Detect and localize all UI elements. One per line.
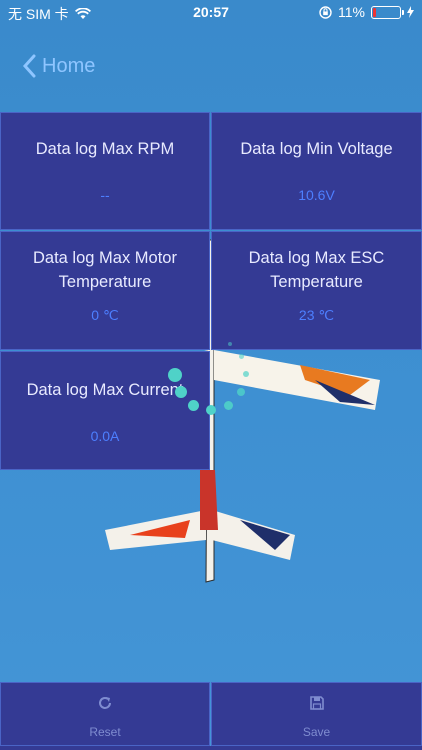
save-label: Save (302, 725, 331, 739)
floppy-disk-icon (309, 696, 324, 710)
battery-icon (371, 5, 404, 19)
max-motor-temp-label: Data log Max Motor Temperature (33, 249, 177, 291)
battery-level (373, 7, 376, 17)
max-rpm-card: Data log Max RPM -- (0, 112, 210, 230)
max-motor-temp-card: Data log Max Motor Temperature 0 ℃ (0, 231, 210, 350)
max-esc-temp-card: Data log Max ESC Temperature 23 ℃ (211, 231, 422, 350)
max-current-value: 0.0A (90, 428, 120, 444)
max-rpm-label: Data log Max RPM (35, 140, 175, 158)
min-voltage-value: 10.6V (298, 187, 335, 203)
charging-bolt-icon (407, 6, 414, 18)
max-motor-temp-value: 0 ℃ (91, 307, 119, 323)
battery-percent: 11% (338, 4, 365, 20)
reset-button[interactable]: Reset (0, 682, 210, 746)
max-esc-temp-value: 23 ℃ (298, 307, 335, 323)
home-indicator-strip (0, 746, 422, 750)
back-label: Home (42, 54, 96, 77)
max-rpm-value: -- (100, 187, 110, 203)
min-voltage-card: Data log Min Voltage 10.6V (211, 112, 422, 230)
refresh-icon (99, 697, 111, 709)
chevron-left-icon (22, 54, 36, 78)
reset-label: Reset (89, 725, 121, 739)
save-button[interactable]: Save (211, 682, 422, 746)
back-button[interactable]: Home (22, 54, 95, 78)
rotation-lock-icon (319, 5, 332, 19)
min-voltage-label: Data log Min Voltage (240, 140, 393, 158)
status-bar: 无 SIM 卡 20:57 11% (0, 0, 422, 24)
max-esc-temp-label: Data log Max ESC Temperature (248, 249, 385, 291)
